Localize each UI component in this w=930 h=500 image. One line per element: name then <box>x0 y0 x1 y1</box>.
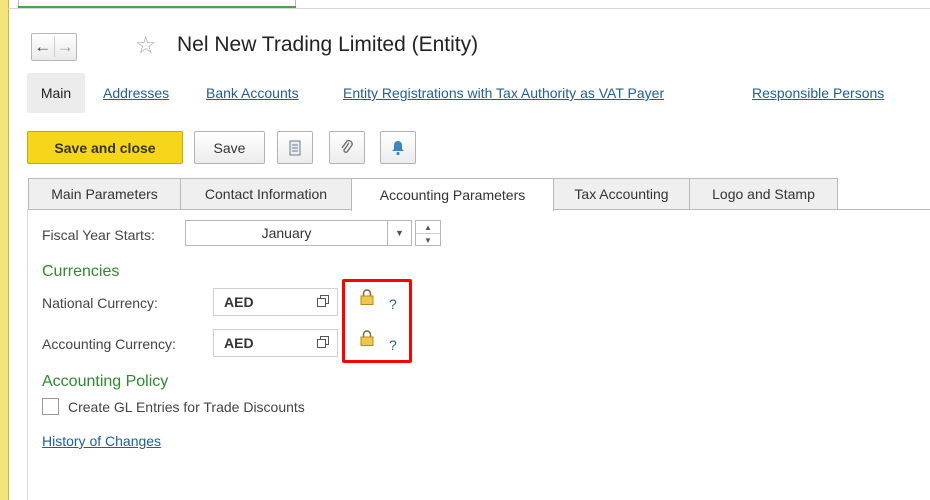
top-divider <box>8 8 930 9</box>
section-link-addresses[interactable]: Addresses <box>103 85 169 101</box>
accounting-currency-label: Accounting Currency: <box>42 336 176 352</box>
accounting-policy-heading: Accounting Policy <box>42 373 169 390</box>
attachment-button[interactable] <box>329 131 365 164</box>
favorite-star-icon[interactable]: ☆ <box>135 31 157 60</box>
tab-main-parameters[interactable]: Main Parameters <box>28 178 181 209</box>
save-and-close-button[interactable]: Save and close <box>27 131 183 164</box>
navigation-buttons: ← → <box>31 33 77 61</box>
open-icon[interactable] <box>317 295 329 307</box>
notification-button[interactable] <box>380 131 416 164</box>
panel-border <box>27 209 28 500</box>
national-currency-label: National Currency: <box>42 295 158 311</box>
fiscal-year-spinner[interactable]: ▲ ▼ <box>415 220 441 246</box>
spin-down-icon[interactable]: ▼ <box>416 234 440 246</box>
gl-entries-checkbox[interactable] <box>42 398 59 415</box>
bell-icon <box>392 140 404 155</box>
paperclip-icon <box>341 139 353 153</box>
accounting-currency-value: AED <box>224 335 254 351</box>
left-panel-strip <box>0 0 9 500</box>
open-icon[interactable] <box>317 336 329 348</box>
section-link-bank-accounts[interactable]: Bank Accounts <box>206 85 299 101</box>
chevron-down-icon[interactable]: ▼ <box>388 220 412 246</box>
national-currency-field[interactable]: AED <box>213 288 338 316</box>
tab-logo-and-stamp[interactable]: Logo and Stamp <box>689 178 838 209</box>
tab-contact-information[interactable]: Contact Information <box>180 178 352 209</box>
section-main[interactable]: Main <box>27 73 85 113</box>
gl-entries-label[interactable]: Create GL Entries for Trade Discounts <box>68 399 305 415</box>
back-arrow-icon[interactable]: ← <box>32 37 54 57</box>
spin-up-icon[interactable]: ▲ <box>416 221 440 234</box>
section-link-responsible-persons[interactable]: Responsible Persons <box>752 85 884 101</box>
currencies-heading: Currencies <box>42 263 120 280</box>
accounting-currency-field[interactable]: AED <box>213 329 338 357</box>
page-title: Nel New Trading Limited (Entity) <box>177 33 479 56</box>
tab-accounting-parameters[interactable]: Accounting Parameters <box>351 178 554 211</box>
tab-tax-accounting[interactable]: Tax Accounting <box>553 178 690 209</box>
forward-arrow-icon[interactable]: → <box>53 37 77 57</box>
national-currency-value: AED <box>224 294 254 310</box>
save-button[interactable]: Save <box>194 131 265 164</box>
section-link-entity-registrations[interactable]: Entity Registrations with Tax Authority … <box>343 85 664 101</box>
history-of-changes-link[interactable]: History of Changes <box>42 433 161 449</box>
fiscal-year-label: Fiscal Year Starts: <box>42 227 155 243</box>
document-icon <box>289 140 301 155</box>
document-button[interactable] <box>277 131 313 164</box>
fiscal-year-select[interactable]: January <box>185 220 388 246</box>
highlight-box <box>342 279 412 363</box>
